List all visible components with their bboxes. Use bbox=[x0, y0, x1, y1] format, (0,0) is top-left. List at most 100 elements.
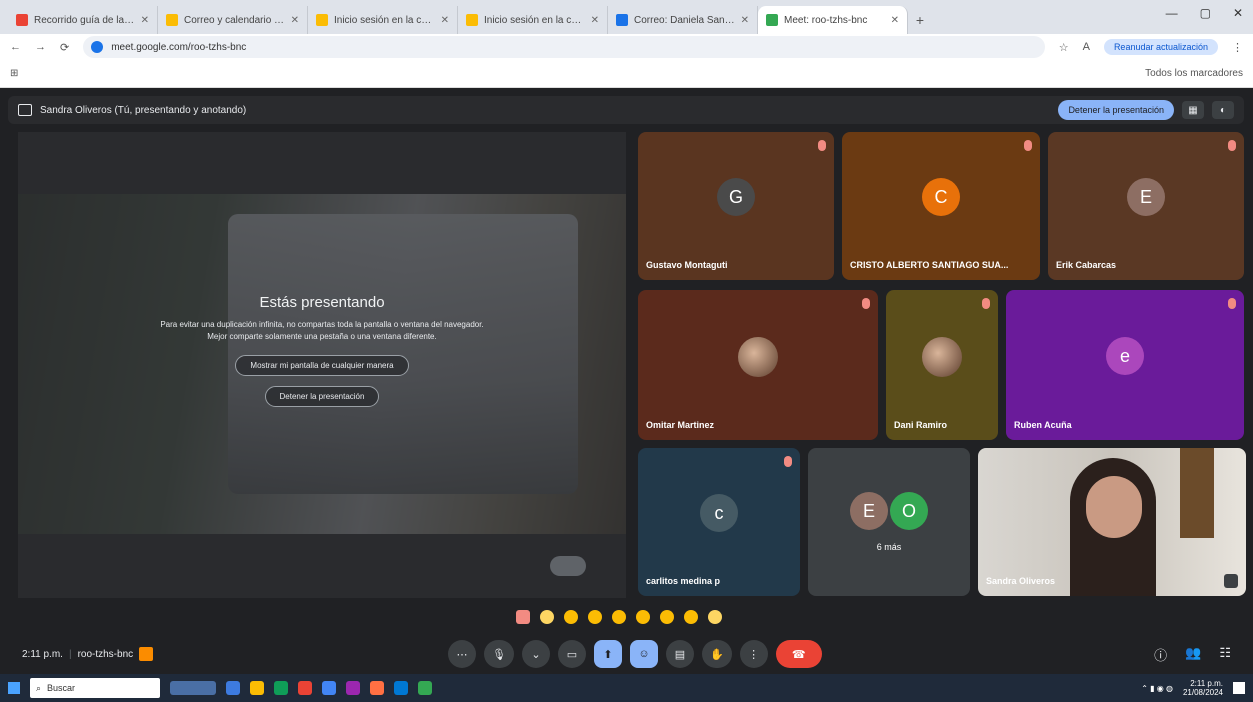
participant-avatar: G bbox=[717, 178, 755, 216]
star-icon[interactable]: ☆ bbox=[1059, 41, 1069, 54]
more-label: 6 más bbox=[876, 542, 902, 552]
apps-icon[interactable]: ⊞ bbox=[10, 68, 18, 79]
clock-date[interactable]: 21/08/2024 bbox=[1183, 688, 1223, 697]
surprised-icon[interactable] bbox=[636, 610, 650, 624]
browser-tab[interactable]: Inicio sesión en la cuenta ✕ bbox=[458, 6, 608, 34]
party-icon[interactable] bbox=[564, 610, 578, 624]
tab-close-icon[interactable]: ✕ bbox=[291, 15, 299, 26]
captions-toggle[interactable] bbox=[550, 556, 586, 576]
tab-favicon bbox=[616, 14, 628, 26]
browser-tab[interactable]: Recorrido guía de la planifica ✕ bbox=[8, 6, 158, 34]
notification-icon[interactable] bbox=[1233, 682, 1245, 694]
url-field[interactable]: meet.google.com/roo-tzhs-bnc bbox=[83, 36, 1045, 58]
clap-icon[interactable] bbox=[588, 610, 602, 624]
info-icon[interactable]: ⓘ bbox=[1154, 645, 1167, 664]
people-icon[interactable]: 👥 bbox=[1185, 645, 1201, 664]
stop-presenting-button[interactable]: Detener la presentación bbox=[264, 386, 380, 407]
bookmarks-bar: ⊞ Todos los marcadores bbox=[0, 60, 1253, 88]
camera-options-icon[interactable]: ⌄ bbox=[521, 640, 550, 668]
raise-hand-icon[interactable]: ✋ bbox=[701, 640, 732, 668]
pin-icon[interactable] bbox=[1224, 574, 1238, 588]
captions-icon[interactable]: ▤ bbox=[665, 640, 694, 668]
tab-title: Recorrido guía de la planifica bbox=[34, 14, 135, 26]
maximize-button[interactable]: ▢ bbox=[1200, 6, 1211, 20]
close-button[interactable]: ✕ bbox=[1233, 6, 1243, 20]
participant-tile[interactable]: G Gustavo Montaguti bbox=[638, 132, 834, 280]
laugh-icon[interactable] bbox=[612, 610, 626, 624]
reactions-icon[interactable]: ☺ bbox=[629, 640, 658, 668]
chrome-icon[interactable] bbox=[322, 681, 336, 695]
end-call-icon[interactable]: ☎ bbox=[775, 640, 822, 668]
task-view-icon[interactable] bbox=[226, 681, 240, 695]
minimize-button[interactable]: — bbox=[1166, 6, 1178, 20]
clock-time[interactable]: 2:11 p.m. bbox=[1190, 679, 1223, 688]
participant-photo-avatar bbox=[922, 337, 962, 377]
participant-photo-avatar bbox=[738, 337, 778, 377]
taskbar-app-icon-2[interactable] bbox=[346, 681, 360, 695]
browser-tab[interactable]: Correo: Daniela Sandi Oliveros ✕ bbox=[608, 6, 758, 34]
activities-icon[interactable]: ☷ bbox=[1219, 645, 1231, 664]
tab-close-icon[interactable]: ✕ bbox=[741, 15, 749, 26]
tab-favicon bbox=[16, 14, 28, 26]
present-screen-icon bbox=[18, 104, 32, 116]
excel-icon[interactable] bbox=[418, 681, 432, 695]
tab-close-icon[interactable]: ✕ bbox=[891, 15, 899, 26]
more-options-icon[interactable]: ⋯ bbox=[448, 640, 476, 668]
participant-tile[interactable]: C CRISTO ALBERTO SANTIAGO SUA... bbox=[842, 132, 1040, 280]
participant-tile[interactable]: Omitar Martinez bbox=[638, 290, 878, 440]
layout-icon[interactable]: ▦ bbox=[1182, 101, 1204, 119]
participant-tile[interactable]: c carlitos medina p bbox=[638, 448, 800, 596]
translate-icon[interactable]: A bbox=[1083, 41, 1090, 53]
tab-title: Inicio sesión en la cuenta bbox=[484, 14, 585, 26]
present-screen-icon[interactable]: ⬆ bbox=[593, 640, 622, 668]
windows-start-icon[interactable] bbox=[8, 682, 20, 694]
meeting-code: roo-tzhs-bnc bbox=[77, 648, 134, 660]
show-anyway-button[interactable]: Mostrar mi pantalla de cualquier manera bbox=[235, 355, 409, 376]
meeting-time: 2:11 p.m. bbox=[22, 648, 63, 660]
outlook-icon[interactable] bbox=[394, 681, 408, 695]
muted-mic-icon bbox=[1228, 298, 1236, 309]
stop-presenting-top-button[interactable]: Detener la presentación bbox=[1058, 100, 1174, 120]
tab-close-icon[interactable]: ✕ bbox=[591, 15, 599, 26]
participant-tile[interactable]: Dani Ramiro bbox=[886, 290, 998, 440]
tab-close-icon[interactable]: ✕ bbox=[441, 15, 449, 26]
thumbs-up-icon[interactable] bbox=[540, 610, 554, 624]
activity-icon[interactable] bbox=[139, 647, 154, 661]
tab-title: Inicio sesión en la cuenta bbox=[334, 14, 435, 26]
file-explorer-icon[interactable] bbox=[250, 681, 264, 695]
browser-tab[interactable]: Meet: roo-tzhs-bnc ✕ bbox=[758, 6, 908, 34]
thumbs-down-icon[interactable] bbox=[708, 610, 722, 624]
all-bookmarks[interactable]: Todos los marcadores bbox=[1145, 68, 1243, 79]
browser-tab[interactable]: Correo y calendario personal ✕ bbox=[158, 6, 308, 34]
sad-icon[interactable] bbox=[660, 610, 674, 624]
self-view-icon[interactable]: ◐ bbox=[1212, 101, 1234, 119]
forward-icon[interactable]: → bbox=[35, 41, 46, 53]
edge-icon[interactable] bbox=[274, 681, 288, 695]
back-icon[interactable]: ← bbox=[10, 41, 21, 53]
self-video-tile[interactable]: Sandra Oliveros bbox=[978, 448, 1246, 596]
taskbar-app-icon-1[interactable] bbox=[298, 681, 312, 695]
tab-close-icon[interactable]: ✕ bbox=[141, 15, 149, 26]
reload-icon[interactable]: ⟳ bbox=[60, 41, 69, 54]
camera-icon[interactable]: ▭ bbox=[557, 640, 586, 668]
muted-mic-icon bbox=[1024, 140, 1032, 151]
microphone-icon[interactable]: 🎙 bbox=[484, 640, 514, 668]
heart-icon[interactable] bbox=[516, 610, 530, 624]
site-info-icon[interactable] bbox=[91, 41, 104, 53]
taskbar-search[interactable]: ⌕ Buscar bbox=[30, 678, 160, 698]
browser-tab[interactable]: Inicio sesión en la cuenta ✕ bbox=[308, 6, 458, 34]
taskbar-app-icon-3[interactable] bbox=[370, 681, 384, 695]
more-participants-tile[interactable]: E O 6 más bbox=[808, 448, 970, 596]
participant-name: carlitos medina p bbox=[646, 576, 721, 586]
more-avatar-1: E bbox=[850, 492, 888, 530]
more-vert-icon[interactable]: ⋮ bbox=[739, 640, 768, 668]
participant-tile[interactable]: E Erik Cabarcas bbox=[1048, 132, 1244, 280]
new-tab-button[interactable]: + bbox=[908, 6, 932, 34]
update-pill[interactable]: Reanudar actualización bbox=[1103, 39, 1218, 55]
tray-icons[interactable]: ⌃ ▮ ◉ ◍ bbox=[1141, 684, 1173, 693]
browser-menu-icon[interactable]: ⋮ bbox=[1232, 41, 1243, 54]
meet-area: Sandra Oliveros (Tú, presentando y anota… bbox=[0, 88, 1253, 674]
thinking-icon[interactable] bbox=[684, 610, 698, 624]
taskbar-widget-icon[interactable] bbox=[170, 681, 216, 695]
participant-tile[interactable]: e Ruben Acuña bbox=[1006, 290, 1244, 440]
